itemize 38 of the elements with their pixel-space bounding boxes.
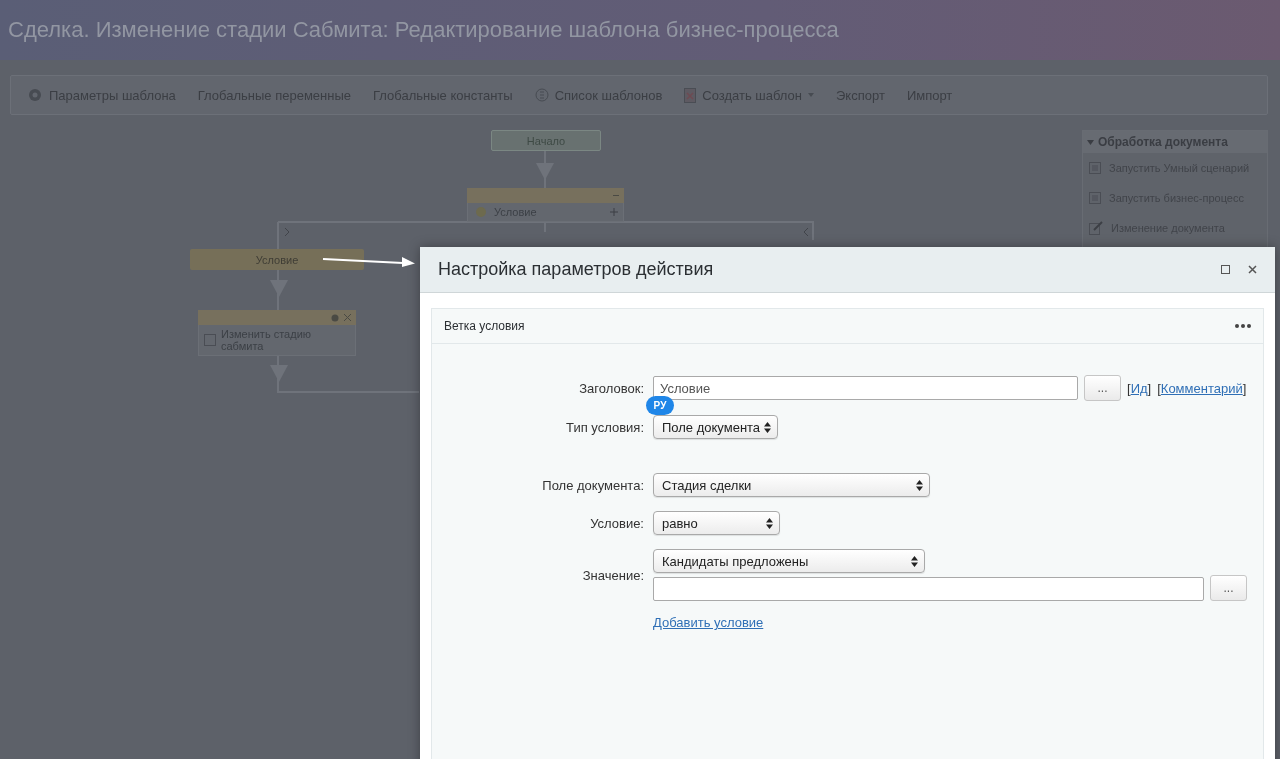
window-title: Сделка. Изменение стадии Сабмита: Редактирование шаблона бизнес-процесса <box>8 17 839 43</box>
triangle-icon <box>1087 139 1094 145</box>
close-button[interactable] <box>1248 265 1257 274</box>
bracket-text: ] <box>1147 380 1152 396</box>
select-field[interactable]: Поле документа <box>653 415 778 439</box>
select-arrows-icon <box>764 421 771 433</box>
close-icon <box>344 314 351 321</box>
select-arrows-icon <box>916 479 923 491</box>
more-button[interactable]: ... <box>1084 375 1121 401</box>
field-label: Значение: <box>581 567 644 583</box>
input-field[interactable] <box>653 577 1204 601</box>
plus-icon <box>610 208 618 216</box>
dialog-title: Настройка параметров действия <box>438 259 715 280</box>
bracket-text: ] <box>1242 380 1247 396</box>
section-title: Ветка условия <box>444 319 525 333</box>
maximize-button[interactable] <box>1221 265 1230 274</box>
document-icon <box>684 87 697 103</box>
select-field[interactable]: равно <box>653 511 780 535</box>
bracket-text: [ <box>1127 380 1131 396</box>
select-field[interactable]: Стадия сделки <box>653 473 930 497</box>
field-label: Условие: <box>589 515 644 531</box>
select-arrows-icon <box>911 555 918 567</box>
add-condition-link[interactable]: Добавить условие <box>653 615 764 630</box>
edit-document-icon <box>1089 221 1103 235</box>
language-badge[interactable]: РУ <box>646 396 674 415</box>
more-icon[interactable] <box>1235 324 1251 328</box>
select-arrows-icon <box>766 517 773 529</box>
document-icon <box>204 334 216 346</box>
condition-icon <box>473 206 489 218</box>
select-field[interactable]: Кандидаты предложены <box>653 549 925 573</box>
field-label: Поле документа: <box>541 477 644 493</box>
more-button[interactable]: ... <box>1210 575 1247 601</box>
bracket-text: [ <box>1157 380 1161 396</box>
field-label: Тип условия: <box>565 419 644 435</box>
input-field[interactable]: Условие <box>653 376 1078 400</box>
field-label: Заголовок: <box>578 380 644 396</box>
gear-icon <box>27 87 43 103</box>
gear-icon <box>331 313 339 322</box>
